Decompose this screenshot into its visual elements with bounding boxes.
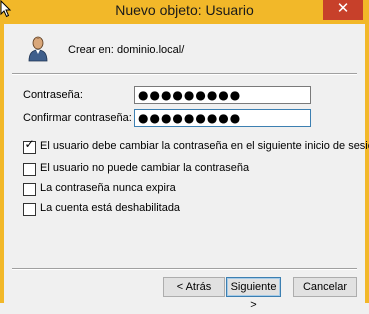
close-icon: ✕ xyxy=(336,0,350,17)
divider-top xyxy=(12,73,357,75)
option-label: El usuario no puede cambiar la contraseñ… xyxy=(40,162,250,174)
option-label: El usuario debe cambiar la contraseña en… xyxy=(40,140,369,152)
title-bar[interactable]: Nuevo objeto: Usuario ✕ xyxy=(0,0,369,24)
next-button[interactable]: Siguiente > xyxy=(226,277,281,311)
confirm-password-field[interactable]: ●●●●●●●●● xyxy=(134,109,311,127)
window-title: Nuevo objeto: Usuario xyxy=(115,2,254,18)
checkbox[interactable] xyxy=(23,183,36,196)
option-label: La cuenta está deshabilitada xyxy=(40,202,181,214)
checkbox[interactable] xyxy=(23,163,36,176)
password-field[interactable]: ●●●●●●●●● xyxy=(134,86,311,104)
divider-bottom xyxy=(12,268,357,270)
back-button[interactable]: < Atrás xyxy=(163,277,225,297)
close-button[interactable]: ✕ xyxy=(323,0,363,20)
option-label: La contraseña nunca expira xyxy=(40,182,176,194)
user-icon xyxy=(28,36,48,62)
mouse-cursor-icon xyxy=(0,0,12,18)
confirm-password-label: Confirmar contraseña: xyxy=(23,112,132,124)
dialog-body: Crear en: dominio.local/ Contraseña: ●●●… xyxy=(4,24,369,311)
checkbox[interactable] xyxy=(23,203,36,216)
password-label: Contraseña: xyxy=(23,89,83,101)
created-in-value: dominio.local/ xyxy=(117,44,185,56)
window-frame-right xyxy=(365,24,369,303)
created-in-label: Crear en: xyxy=(68,44,114,56)
checkmark-icon: ✓ xyxy=(24,137,35,151)
cancel-button[interactable]: Cancelar xyxy=(293,277,357,297)
